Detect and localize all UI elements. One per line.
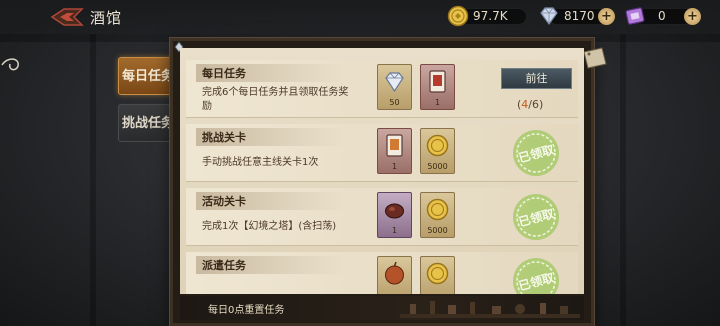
task-description: 完成1次【幻境之塔】(含扫荡): [202, 221, 337, 232]
task-description: 完成6个每日任务并且领取任务奖励: [202, 87, 349, 112]
reward-slot[interactable]: 1: [377, 192, 412, 238]
reward-count: 1: [391, 226, 398, 235]
tab-daily-tasks[interactable]: 每日任务: [118, 57, 178, 95]
reward-count: 1: [391, 162, 398, 171]
progress-total: 6: [532, 98, 540, 111]
claimed-stamp-icon: 已领取: [513, 258, 559, 294]
task-row: 每日任务 完成6个每日任务并且领取任务奖励 50 1 前往 (4/6): [186, 60, 578, 118]
progress-current: 4: [521, 98, 529, 111]
ticket-value: 0: [658, 9, 666, 23]
back-button[interactable]: [50, 6, 84, 28]
reward-count: 5000: [427, 162, 448, 171]
gold-coin-icon: [426, 134, 449, 157]
task-title: 挑战关卡: [202, 131, 246, 144]
tab-challenge-tasks[interactable]: 挑战任务: [118, 104, 178, 142]
gold-coin-icon: [447, 5, 469, 27]
apple-icon: [385, 261, 404, 285]
reward-count: 50: [389, 98, 400, 107]
reward-slot[interactable]: [377, 256, 412, 294]
task-row: 活动关卡 完成1次【幻境之塔】(含扫荡) 1 5000 已领取: [186, 188, 578, 246]
add-ticket-button[interactable]: +: [684, 8, 701, 25]
swirl-ornament-icon: [1, 58, 19, 71]
task-row: 挑战关卡 手动挑战任意主线关卡1次 1 5000 已领取: [186, 124, 578, 182]
reward-slot[interactable]: 50: [377, 64, 412, 110]
background-beam: [90, 34, 96, 326]
task-title: 派遣任务: [202, 259, 246, 272]
back-arrow-icon: [50, 8, 84, 26]
reset-notice: 每日0点重置任务: [208, 305, 285, 316]
diamond-value: 8170: [564, 9, 595, 23]
gold-coin-icon: [426, 262, 449, 285]
diamond-icon: [540, 7, 558, 26]
reward-slot[interactable]: 1: [420, 64, 455, 110]
reward-slot[interactable]: [420, 256, 455, 294]
reward-count: 5000: [427, 226, 448, 235]
reward-slot[interactable]: 5000: [420, 192, 455, 238]
reward-slot[interactable]: 1: [377, 128, 412, 174]
background-beam: [620, 34, 626, 326]
claimed-stamp-icon: 已领取: [513, 194, 559, 240]
gold-value: 97.7K: [473, 9, 508, 23]
task-title: 每日任务: [202, 67, 246, 80]
add-diamond-button[interactable]: +: [598, 8, 615, 25]
top-bar: 酒馆 97.7K 8170 + 0 +: [0, 0, 720, 34]
reward-count: 1: [434, 98, 441, 107]
diamond-counter: 8170 +: [538, 5, 618, 27]
bottle-shelf-icon: [400, 301, 580, 318]
page-title: 酒馆: [90, 9, 123, 27]
ticket-counter: 0 +: [624, 5, 704, 27]
task-row: 派遣任务 已领取: [186, 252, 578, 294]
go-button[interactable]: 前往: [501, 68, 572, 89]
card-icon: [386, 134, 403, 157]
claimed-stamp-icon: 已领取: [513, 130, 559, 176]
task-list: 每日任务 完成6个每日任务并且领取任务奖励 50 1 前往 (4/6) 挑战关卡…: [180, 48, 584, 294]
reward-slot[interactable]: 5000: [420, 128, 455, 174]
gold-coin-icon: [426, 198, 449, 221]
card-icon: [429, 70, 446, 93]
food-icon: [385, 203, 404, 219]
task-progress: (4/6): [517, 98, 544, 111]
purple-ticket-icon: [625, 7, 645, 25]
diamond-icon: [385, 72, 404, 93]
task-title: 活动关卡: [202, 195, 246, 208]
task-description: 手动挑战任意主线关卡1次: [202, 157, 319, 168]
hanging-tag-icon: [583, 47, 607, 69]
